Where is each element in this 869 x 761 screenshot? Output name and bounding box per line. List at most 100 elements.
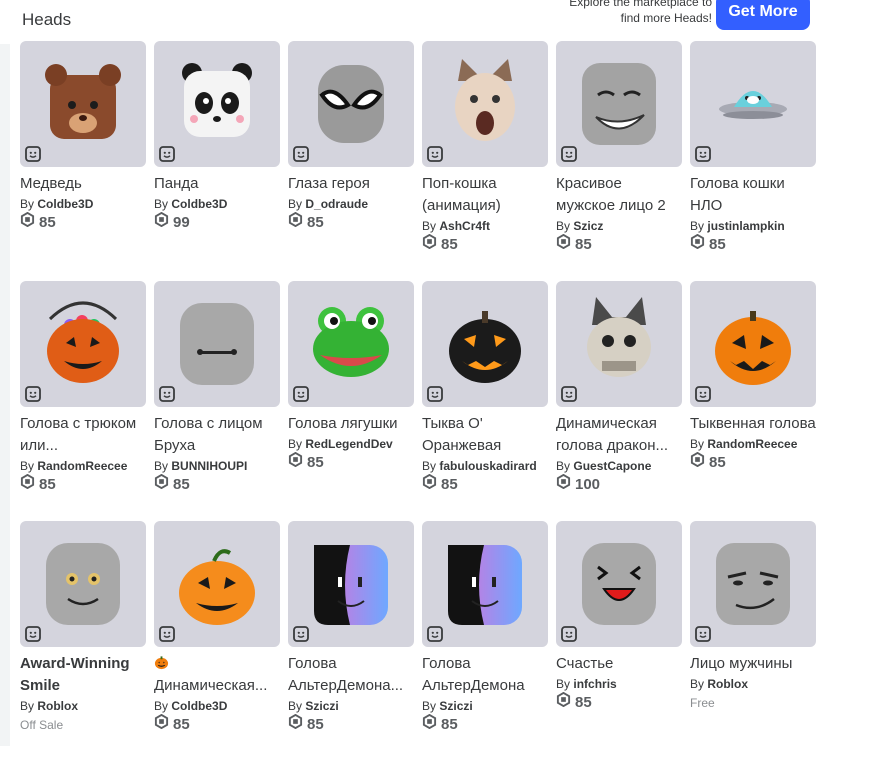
item-price: 85 [288, 451, 414, 474]
item-name[interactable]: Глаза героя [288, 173, 414, 195]
item-name[interactable]: Тыквенная голова [690, 413, 816, 435]
item-name[interactable]: Тыква О' Оранжевая [422, 413, 548, 457]
get-more-button[interactable]: Get More [716, 0, 810, 30]
item-name[interactable]: Динамическая... [154, 653, 280, 697]
item-name[interactable]: Красивое мужское лицо 2 [556, 173, 682, 217]
creator-link[interactable]: Coldbe3D [171, 197, 227, 211]
creator-link[interactable]: Coldbe3D [37, 197, 93, 211]
item-name[interactable]: Голова с трюком или... [20, 413, 146, 457]
item-price: 85 [20, 211, 146, 234]
item-card[interactable]: Тыква О' Оранжевая By fabulouskadirard 85 [422, 281, 548, 521]
item-thumbnail[interactable] [556, 41, 682, 167]
item-thumbnail[interactable] [20, 41, 146, 167]
item-thumbnail[interactable] [556, 521, 682, 647]
dynamic-head-icon [25, 146, 41, 162]
creator-link[interactable]: fabulouskadirard [439, 459, 536, 473]
robux-icon [556, 691, 571, 714]
item-card[interactable]: Глаза героя By D_odraude 85 [288, 41, 414, 281]
robux-icon [422, 233, 437, 256]
item-card[interactable]: Медведь By Coldbe3D 85 [20, 41, 146, 281]
item-price: 85 [422, 233, 548, 256]
price-value: 85 [709, 454, 726, 471]
item-name[interactable]: Панда [154, 173, 280, 195]
robux-icon [690, 451, 705, 474]
creator-link[interactable]: Sziczi [305, 699, 338, 713]
item-card[interactable]: Динамическая голова дракон... By GuestCap… [556, 281, 682, 521]
creator-link[interactable]: infchris [573, 677, 616, 691]
item-name-text: Голова кошки НЛО [690, 175, 785, 214]
dynamic-head-icon [427, 386, 443, 402]
item-card[interactable]: Голова с трюком или... By RandomReecee 85 [20, 281, 146, 521]
item-card[interactable]: Голова АльтерДемона By Sziczi 85 [422, 521, 548, 761]
creator-prefix: By [154, 197, 169, 211]
item-thumbnail[interactable] [288, 41, 414, 167]
robux-icon [556, 473, 571, 496]
item-name-text: Динамическая... [154, 677, 268, 694]
item-card[interactable]: Голова лягушки By RedLegendDev 85 [288, 281, 414, 521]
creator-link[interactable]: RedLegendDev [305, 437, 392, 451]
item-thumbnail[interactable] [154, 281, 280, 407]
item-name[interactable]: Award-Winning Smile [20, 653, 146, 697]
item-card[interactable]: Голова кошки НЛО By justinlampkin 85 [690, 41, 816, 281]
item-name[interactable]: Голова лягушки [288, 413, 414, 435]
item-name[interactable]: Счастье [556, 653, 682, 675]
item-name-text: Глаза героя [288, 175, 370, 192]
creator-link[interactable]: Coldbe3D [171, 699, 227, 713]
item-card[interactable]: Голова с лицом Бруха By BUNNIHOUPI 85 [154, 281, 280, 521]
item-name[interactable]: Голова с лицом Бруха [154, 413, 280, 457]
creator-link[interactable]: D_odraude [305, 197, 368, 211]
item-thumbnail[interactable] [422, 281, 548, 407]
item-card[interactable]: Award-Winning Smile By Roblox Off Sale [20, 521, 146, 761]
item-card[interactable]: Красивое мужское лицо 2 By Szicz 85 [556, 41, 682, 281]
item-card[interactable]: Тыквенная голова By RandomReecee 85 [690, 281, 816, 521]
creator-link[interactable]: Roblox [707, 677, 748, 691]
dynamic-head-icon [293, 386, 309, 402]
promo-line-1: Explore the marketplace to [569, 0, 712, 9]
item-thumbnail[interactable] [20, 281, 146, 407]
item-name[interactable]: Голова кошки НЛО [690, 173, 816, 217]
item-card[interactable]: Поп-кошка (анимация) By AshCr4ft 85 [422, 41, 548, 281]
creator-link[interactable]: Roblox [37, 699, 78, 713]
item-name[interactable]: Голова АльтерДемона [422, 653, 548, 697]
item-thumbnail[interactable] [288, 281, 414, 407]
item-price: 85 [690, 233, 816, 256]
item-thumbnail[interactable] [154, 521, 280, 647]
robux-icon [690, 233, 705, 256]
item-card[interactable]: Панда By Coldbe3D 99 [154, 41, 280, 281]
item-name-text: Поп-кошка (анимация) [422, 175, 501, 214]
item-thumbnail[interactable] [422, 41, 548, 167]
creator-prefix: By [422, 459, 437, 473]
item-name[interactable]: Лицо мужчины [690, 653, 816, 675]
creator-prefix: By [690, 677, 705, 691]
item-thumbnail[interactable] [690, 521, 816, 647]
item-thumbnail[interactable] [288, 521, 414, 647]
creator-prefix: By [288, 437, 303, 451]
item-thumbnail[interactable] [422, 521, 548, 647]
item-thumbnail[interactable] [556, 281, 682, 407]
creator-link[interactable]: RandomReecee [707, 437, 797, 451]
item-creator: By RedLegendDev [288, 437, 414, 452]
creator-link[interactable]: Sziczi [439, 699, 472, 713]
robux-icon [20, 211, 35, 234]
item-thumbnail[interactable] [20, 521, 146, 647]
item-card[interactable]: Лицо мужчины By Roblox Free [690, 521, 816, 761]
item-thumbnail[interactable] [690, 281, 816, 407]
creator-link[interactable]: Szicz [573, 219, 603, 233]
item-name[interactable]: Медведь [20, 173, 146, 195]
creator-link[interactable]: BUNNIHOUPI [171, 459, 247, 473]
creator-link[interactable]: justinlampkin [707, 219, 784, 233]
creator-link[interactable]: AshCr4ft [439, 219, 490, 233]
item-name[interactable]: Поп-кошка (анимация) [422, 173, 548, 217]
item-card[interactable]: Динамическая... By Coldbe3D 85 [154, 521, 280, 761]
item-card[interactable]: Голова АльтерДемона... By Sziczi 85 [288, 521, 414, 761]
creator-link[interactable]: GuestCapone [573, 459, 651, 473]
item-price: 85 [154, 713, 280, 736]
creator-link[interactable]: RandomReecee [37, 459, 127, 473]
item-name[interactable]: Голова АльтерДемона... [288, 653, 414, 697]
item-thumbnail[interactable] [154, 41, 280, 167]
item-creator: By Roblox [20, 699, 146, 714]
item-name[interactable]: Динамическая голова дракон... [556, 413, 682, 457]
creator-prefix: By [556, 459, 571, 473]
item-card[interactable]: Счастье By infchris 85 [556, 521, 682, 761]
item-thumbnail[interactable] [690, 41, 816, 167]
